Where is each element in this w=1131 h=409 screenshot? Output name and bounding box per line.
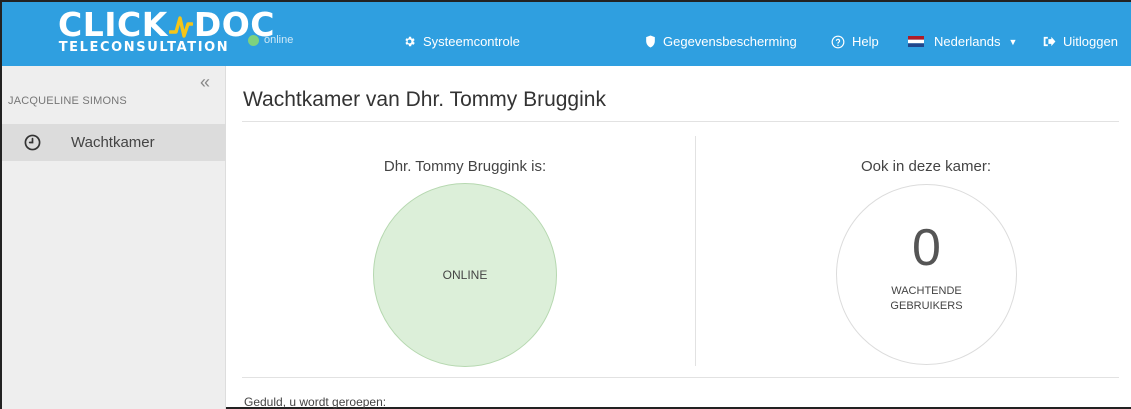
patient-status-heading: Dhr. Tommy Bruggink is: <box>383 158 547 175</box>
dutch-flag-icon <box>908 36 924 47</box>
nav-systeemcontrole[interactable]: Systeemcontrole <box>403 34 520 49</box>
nav-label: Systeemcontrole <box>423 34 520 49</box>
online-status-circle: ONLINE <box>373 183 557 367</box>
logout-icon <box>1043 36 1056 47</box>
clock-icon <box>24 134 41 151</box>
shield-icon <box>646 35 655 48</box>
status-dot-icon <box>248 34 259 46</box>
language-dropdown[interactable]: Nederlands ▼ <box>908 34 1017 49</box>
waiting-label: WACHTENDE GEBRUIKERS <box>837 284 1016 314</box>
sidebar-item-wachtkamer[interactable]: Wachtkamer <box>2 124 226 161</box>
waiting-label-line1: WACHTENDE <box>891 285 962 297</box>
logo: CLICK DOC TELECONSULTATION <box>58 5 275 56</box>
status-text: online <box>264 34 294 46</box>
room-heading: Ook in deze kamer: <box>860 158 992 175</box>
logo-subtitle: TELECONSULTATION <box>58 40 230 55</box>
nav-help[interactable]: Help <box>831 34 879 49</box>
nav-label: Help <box>852 34 879 49</box>
sidebar-item-label: Wachtkamer <box>71 134 155 151</box>
top-bar: CLICK DOC TELECONSULTATION online Systeem… <box>2 0 1131 66</box>
question-circle-icon <box>831 35 845 48</box>
nav-label: Gegevensbescherming <box>663 34 797 49</box>
language-label: Nederlands <box>934 34 1001 49</box>
gear-icon <box>405 36 415 47</box>
page-title: Wachtkamer van Dhr. Tommy Bruggink <box>243 88 606 111</box>
queue-message: Geduld, u wordt geroepen: <box>244 395 387 409</box>
connection-status: online <box>248 34 293 46</box>
pulse-icon <box>168 16 194 38</box>
online-status-label: ONLINE <box>442 268 488 282</box>
title-divider <box>242 121 1119 122</box>
logo-wordmark: CLICK DOC <box>58 5 275 44</box>
footer-divider <box>242 377 1119 378</box>
nav-label: Uitloggen <box>1063 34 1118 49</box>
collapse-sidebar-icon[interactable]: « <box>200 72 210 93</box>
nav-uitloggen[interactable]: Uitloggen <box>1042 34 1118 49</box>
nav-gegevensbescherming[interactable]: Gegevensbescherming <box>645 34 797 49</box>
waiting-count: 0 <box>912 219 941 277</box>
waiting-label-line2: GEBRUIKERS <box>890 300 963 312</box>
caret-down-icon: ▼ <box>1008 36 1018 47</box>
user-name: JACQUELINE SIMONS <box>8 95 127 107</box>
main-content: Wachtkamer van Dhr. Tommy Bruggink Dhr. … <box>226 66 1131 409</box>
waiting-users-circle: 0 WACHTENDE GEBRUIKERS <box>836 184 1017 365</box>
sidebar: « JACQUELINE SIMONS Wachtkamer <box>2 66 226 409</box>
